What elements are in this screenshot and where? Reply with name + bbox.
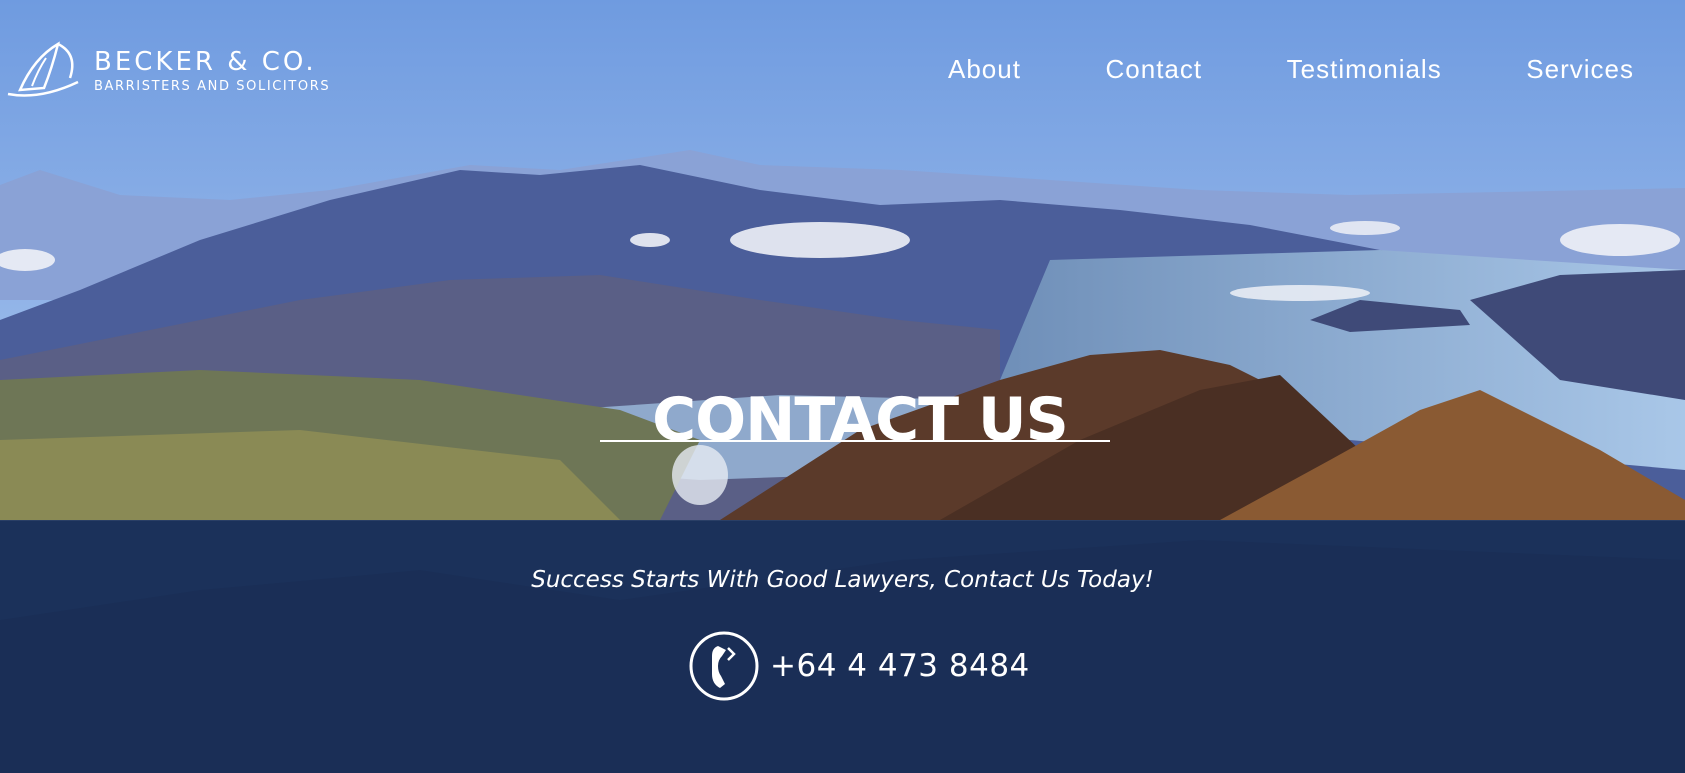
nav-link-testimonials[interactable]: Testimonials <box>1287 54 1442 90</box>
phone-number[interactable]: +64 4 473 8484 <box>770 648 1030 684</box>
brand-logo[interactable]: BECKER & CO. BARRISTERS AND SOLICITORS <box>0 38 330 104</box>
title-divider <box>600 440 1110 442</box>
sailboat-icon <box>7 41 79 97</box>
page-title: CONTACT US <box>652 385 1069 456</box>
nav-link-contact[interactable]: Contact <box>1106 54 1203 90</box>
contact-message: Success Starts With Good Lawyers, Contac… <box>531 567 1154 593</box>
brand-tagline: BARRISTERS AND SOLICITORS <box>94 79 331 94</box>
phone-contact[interactable]: +64 4 473 8484 <box>688 628 1030 704</box>
main-navigation: About Contact Testimonials Services <box>948 54 1634 90</box>
brand-name: BECKER & CO. <box>94 47 317 77</box>
nav-link-about[interactable]: About <box>948 54 1021 90</box>
phone-icon <box>689 631 759 701</box>
nav-link-services[interactable]: Services <box>1526 54 1634 90</box>
